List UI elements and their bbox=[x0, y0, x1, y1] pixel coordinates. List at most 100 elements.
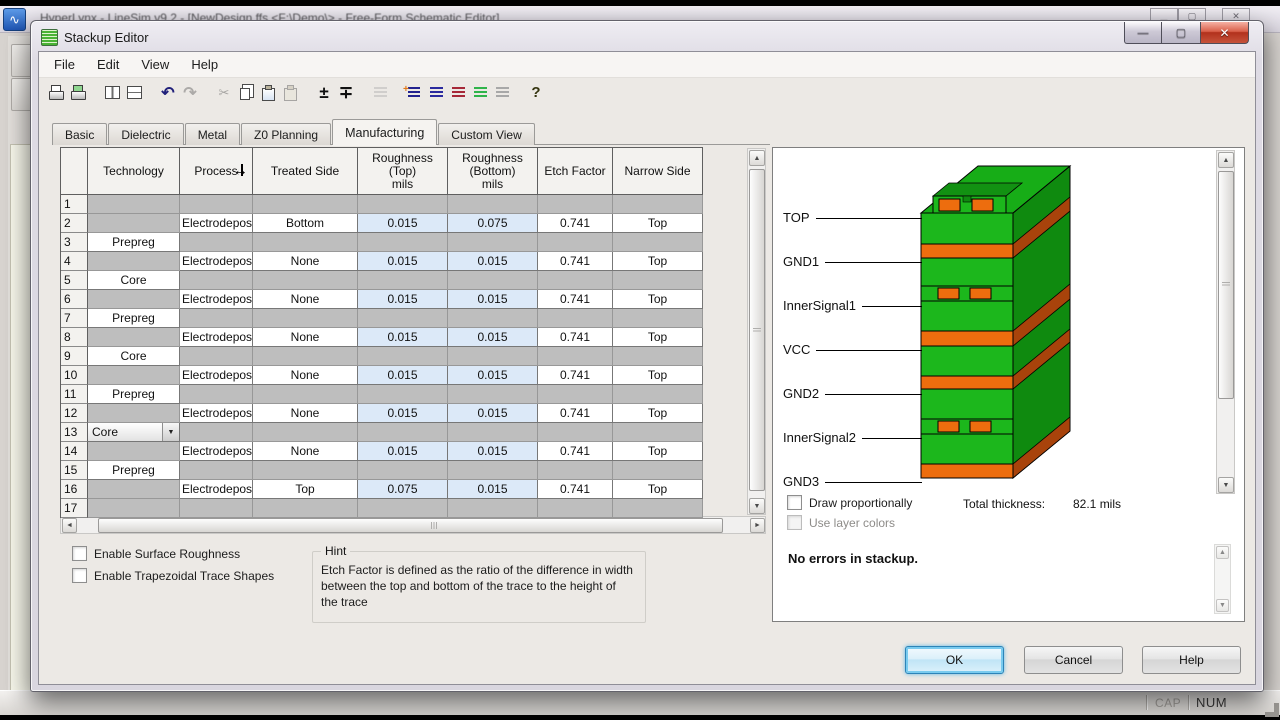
cell-roughness-bottom-12[interactable]: 0.015 bbox=[448, 404, 538, 423]
row-number-16[interactable]: 16 bbox=[61, 480, 88, 499]
column-header-technology[interactable]: Technology bbox=[88, 148, 180, 195]
cell-roughness-top-4[interactable]: 0.015 bbox=[358, 252, 448, 271]
cell-roughness-bottom-8[interactable]: 0.015 bbox=[448, 328, 538, 347]
cell-treated-side-10[interactable]: None bbox=[253, 366, 358, 385]
ok-button[interactable]: OK bbox=[905, 646, 1004, 674]
cell-process-4[interactable]: Electrodeposit bbox=[180, 252, 253, 271]
cell-roughness-top-12[interactable]: 0.015 bbox=[358, 404, 448, 423]
cell-treated-side-12[interactable]: None bbox=[253, 404, 358, 423]
add-stackup-layer-icon[interactable] bbox=[403, 83, 425, 102]
row-number-4[interactable]: 4 bbox=[61, 252, 88, 271]
cell-etch-factor-16[interactable]: 0.741 bbox=[538, 480, 613, 499]
cell-technology-15[interactable]: Prepreg bbox=[88, 461, 180, 480]
cell-technology-7[interactable]: Prepreg bbox=[88, 309, 180, 328]
copy-icon[interactable] bbox=[235, 83, 257, 102]
scroll-down-button[interactable]: ▼ bbox=[749, 498, 765, 514]
menu-help[interactable]: Help bbox=[180, 53, 229, 76]
row-number-8[interactable]: 8 bbox=[61, 328, 88, 347]
unused-layers-icon[interactable] bbox=[491, 83, 513, 102]
undo-icon[interactable] bbox=[157, 83, 179, 102]
cell-roughness-bottom-4[interactable]: 0.015 bbox=[448, 252, 538, 271]
cell-treated-side-16[interactable]: Top bbox=[253, 480, 358, 499]
draw-proportionally-checkbox[interactable] bbox=[787, 495, 802, 510]
cell-etch-factor-14[interactable]: 0.741 bbox=[538, 442, 613, 461]
cell-process-14[interactable]: Electrodeposit bbox=[180, 442, 253, 461]
column-header-narrow-side[interactable]: Narrow Side bbox=[613, 148, 703, 195]
row-number-15[interactable]: 15 bbox=[61, 461, 88, 480]
minimize-button[interactable]: — bbox=[1124, 22, 1162, 44]
column-header-treated-side[interactable]: Treated Side bbox=[253, 148, 358, 195]
row-number-7[interactable]: 7 bbox=[61, 309, 88, 328]
row-number-12[interactable]: 12 bbox=[61, 404, 88, 423]
cell-treated-side-8[interactable]: None bbox=[253, 328, 358, 347]
cell-technology-13[interactable]: Core▼ bbox=[88, 423, 180, 442]
cell-treated-side-2[interactable]: Bottom bbox=[253, 214, 358, 233]
dialog-titlebar[interactable]: Stackup Editor bbox=[41, 29, 149, 46]
cell-narrow-side-6[interactable]: Top bbox=[613, 290, 703, 309]
cell-etch-factor-10[interactable]: 0.741 bbox=[538, 366, 613, 385]
tab-dielectric[interactable]: Dielectric bbox=[108, 123, 183, 145]
add-layer-above-icon[interactable] bbox=[313, 83, 335, 102]
cell-roughness-bottom-16[interactable]: 0.015 bbox=[448, 480, 538, 499]
dielectric-layers-icon[interactable] bbox=[469, 83, 491, 102]
preview-vscroll-thumb[interactable] bbox=[1218, 171, 1234, 399]
row-number-2[interactable]: 2 bbox=[61, 214, 88, 233]
cell-narrow-side-8[interactable]: Top bbox=[613, 328, 703, 347]
row-number-14[interactable]: 14 bbox=[61, 442, 88, 461]
row-number-6[interactable]: 6 bbox=[61, 290, 88, 309]
scroll-left-button[interactable]: ◄ bbox=[62, 518, 77, 533]
cell-etch-factor-4[interactable]: 0.741 bbox=[538, 252, 613, 271]
cell-roughness-top-14[interactable]: 0.015 bbox=[358, 442, 448, 461]
print-color-icon[interactable] bbox=[67, 83, 89, 102]
cell-process-2[interactable]: Electrodeposit bbox=[180, 214, 253, 233]
column-header-roughness-bottom[interactable]: Roughness (Bottom) mils bbox=[448, 148, 538, 195]
row-number-13[interactable]: 13 bbox=[61, 423, 88, 442]
help-icon[interactable] bbox=[525, 83, 547, 102]
menu-edit[interactable]: Edit bbox=[86, 53, 130, 76]
tab-z0-planning[interactable]: Z0 Planning bbox=[241, 123, 331, 145]
cell-process-8[interactable]: Electrodeposit bbox=[180, 328, 253, 347]
enable-surface-roughness-checkbox[interactable] bbox=[72, 546, 87, 561]
row-number-1[interactable]: 1 bbox=[61, 195, 88, 214]
tab-custom-view[interactable]: Custom View bbox=[438, 123, 534, 145]
grid-hscroll-thumb[interactable] bbox=[98, 518, 723, 533]
scroll-down-button[interactable]: ▼ bbox=[1218, 477, 1234, 493]
scroll-right-button[interactable]: ► bbox=[750, 518, 765, 533]
menu-file[interactable]: File bbox=[43, 53, 86, 76]
cell-roughness-top-2[interactable]: 0.015 bbox=[358, 214, 448, 233]
cell-process-16[interactable]: Electrodeposit bbox=[180, 480, 253, 499]
row-number-10[interactable]: 10 bbox=[61, 366, 88, 385]
cell-roughness-bottom-6[interactable]: 0.015 bbox=[448, 290, 538, 309]
print-icon[interactable] bbox=[45, 83, 67, 102]
cell-roughness-top-10[interactable]: 0.015 bbox=[358, 366, 448, 385]
preview-vscrollbar[interactable]: ▲ ▼ bbox=[1216, 150, 1235, 494]
paste-special-icon[interactable] bbox=[257, 83, 279, 102]
cell-process-12[interactable]: Electrodeposit bbox=[180, 404, 253, 423]
cell-etch-factor-2[interactable]: 0.741 bbox=[538, 214, 613, 233]
column-header-corner[interactable] bbox=[61, 148, 88, 195]
cell-roughness-top-6[interactable]: 0.015 bbox=[358, 290, 448, 309]
grid-vscroll-thumb[interactable] bbox=[749, 169, 765, 491]
split-vertical-icon[interactable] bbox=[101, 83, 123, 102]
column-header-etch-factor[interactable]: Etch Factor bbox=[538, 148, 613, 195]
cell-process-10[interactable]: Electrodeposit bbox=[180, 366, 253, 385]
enable-trapezoidal-checkbox[interactable] bbox=[72, 568, 87, 583]
split-horizontal-icon[interactable] bbox=[123, 83, 145, 102]
cell-etch-factor-8[interactable]: 0.741 bbox=[538, 328, 613, 347]
cell-narrow-side-12[interactable]: Top bbox=[613, 404, 703, 423]
row-number-17[interactable]: 17 bbox=[61, 499, 88, 518]
cell-roughness-bottom-10[interactable]: 0.015 bbox=[448, 366, 538, 385]
cell-narrow-side-4[interactable]: Top bbox=[613, 252, 703, 271]
cancel-button[interactable]: Cancel bbox=[1024, 646, 1123, 674]
cell-roughness-top-16[interactable]: 0.075 bbox=[358, 480, 448, 499]
grid-vscrollbar[interactable]: ▲ ▼ bbox=[747, 148, 766, 515]
cell-etch-factor-6[interactable]: 0.741 bbox=[538, 290, 613, 309]
grid-hscrollbar[interactable]: ◄ ► bbox=[60, 516, 766, 534]
tab-metal[interactable]: Metal bbox=[185, 123, 240, 145]
cell-roughness-bottom-14[interactable]: 0.015 bbox=[448, 442, 538, 461]
cell-technology-3[interactable]: Prepreg bbox=[88, 233, 180, 252]
row-number-5[interactable]: 5 bbox=[61, 271, 88, 290]
cell-technology-9[interactable]: Core bbox=[88, 347, 180, 366]
cell-roughness-bottom-2[interactable]: 0.075 bbox=[448, 214, 538, 233]
cell-treated-side-6[interactable]: None bbox=[253, 290, 358, 309]
